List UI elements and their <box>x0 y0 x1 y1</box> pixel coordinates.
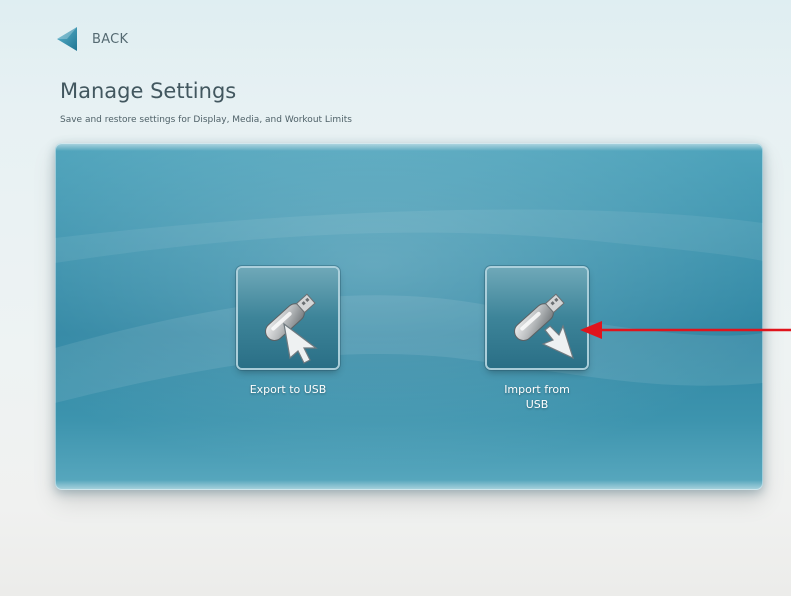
usb-export-icon <box>265 293 318 364</box>
import-from-usb-button[interactable]: Import from USB <box>437 268 637 448</box>
page-subtitle: Save and restore settings for Display, M… <box>60 115 352 125</box>
import-tile <box>487 268 587 368</box>
back-label: BACK <box>92 31 129 47</box>
export-tile <box>238 268 338 368</box>
back-button[interactable]: BACK <box>56 26 128 52</box>
panel-sheen <box>55 143 763 490</box>
page-title: Manage Settings <box>60 79 237 103</box>
export-label: Export to USB <box>249 383 327 396</box>
export-to-usb-button[interactable]: Export to USB <box>188 268 388 448</box>
usb-import-icon <box>514 293 574 360</box>
back-arrow-icon <box>57 27 77 51</box>
import-label: Import from USB <box>504 383 570 411</box>
panel-top-edge <box>55 143 763 151</box>
panel-bottom-edge <box>55 480 763 490</box>
settings-panel: Export to USB Import from USB <box>55 143 763 490</box>
